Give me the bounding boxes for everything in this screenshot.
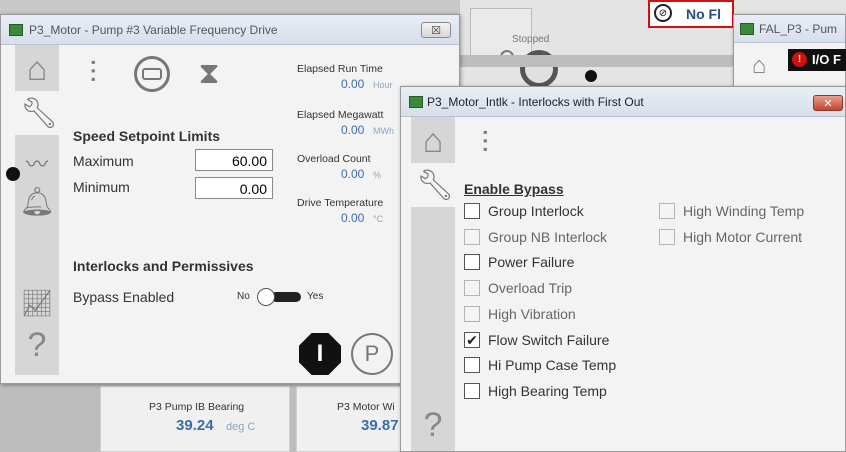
runtime-unit: Hour [373, 80, 393, 90]
hourglass-icon[interactable]: ⧗ [187, 53, 231, 95]
runtime-value: 0.00 [341, 77, 365, 91]
bypass-label: High Winding Temp [683, 203, 805, 219]
bypass-item: High Vibration [464, 305, 576, 322]
drive-temp-unit: °C [373, 214, 384, 224]
card-label: P3 Pump IB Bearing [149, 401, 245, 413]
status-dot-icon [6, 167, 20, 181]
max-speed-input[interactable]: 60.00 [195, 149, 273, 171]
megawatt-unit: MWh [373, 126, 394, 136]
bypass-checkbox [464, 228, 480, 245]
fault-text: No Fl [686, 6, 721, 22]
bypass-label: High Vibration [488, 305, 576, 322]
io-fault-banner: ! I/O F [788, 49, 846, 71]
bypass-checkbox [464, 280, 480, 297]
bypass-label: Group NB Interlock [488, 228, 608, 245]
bypass-item[interactable]: ✔ Flow Switch Failure [464, 331, 610, 348]
interlocks-header: Interlocks and Permissives [73, 258, 254, 274]
bypass-item[interactable]: High Bearing Temp [464, 382, 607, 399]
window-title: P3_Motor - Pump #3 Variable Frequency Dr… [29, 22, 278, 37]
motor-indicator-icon [585, 70, 597, 82]
home-icon[interactable]: ⌂ [17, 49, 57, 89]
bypass-checkbox [659, 203, 675, 219]
motor-panel-icon[interactable] [129, 53, 175, 95]
bypass-no-label: No [237, 291, 250, 302]
alarm-icon: ! [792, 52, 807, 67]
chart-icon[interactable]: 📈︎ [17, 283, 57, 323]
bell-icon[interactable]: 🔔︎ [17, 181, 57, 221]
trend-pulse-icon[interactable]: 〰 [15, 143, 59, 183]
wrench-icon[interactable]: 🔧︎ [19, 93, 59, 133]
card-label: P3 Motor Wi [337, 401, 395, 413]
bypass-label: Bypass Enabled [73, 289, 175, 305]
motor-faceplate-window: P3_Motor - Pump #3 Variable Frequency Dr… [0, 14, 460, 384]
pump-graphic-frame [470, 8, 532, 56]
enable-bypass-header: Enable Bypass [464, 181, 564, 197]
megawatt-value: 0.00 [341, 123, 365, 137]
drive-temp-label: Drive Temperature [297, 197, 384, 209]
bypass-label: Overload Trip [488, 280, 573, 297]
bypass-checkbox [659, 228, 675, 245]
bypass-checkbox[interactable] [464, 254, 480, 271]
interlock-button[interactable]: I [299, 333, 341, 375]
pipe [456, 55, 736, 67]
min-label: Minimum [73, 179, 130, 195]
bypass-item: Overload Trip [464, 280, 573, 297]
fault-icon: ⊘ [654, 4, 672, 22]
close-button[interactable]: ✕ [813, 95, 843, 111]
speed-limits-header: Speed Setpoint Limits [73, 128, 221, 144]
fal-window-title: FAL_P3 - Pum [759, 21, 838, 36]
window-title: P3_Motor_Intlk - Interlocks with First O… [427, 94, 644, 109]
io-fault-text: I/O F [812, 52, 841, 67]
overload-value: 0.00 [341, 167, 365, 181]
bypass-label: High Bearing Temp [488, 382, 607, 399]
permissive-button[interactable]: P [351, 333, 393, 375]
bypass-checkbox[interactable] [464, 382, 480, 399]
app-icon [9, 23, 23, 36]
app-icon [409, 95, 423, 108]
app-icon [740, 22, 754, 35]
bypass-item[interactable]: Hi Pump Case Temp [464, 357, 617, 374]
help-icon[interactable]: ? [413, 403, 453, 447]
wrench-icon[interactable]: 🔧︎ [415, 165, 455, 205]
help-icon[interactable]: ? [17, 323, 57, 367]
card-value: 39.87 [361, 417, 399, 434]
bypass-label: Hi Pump Case Temp [488, 357, 617, 374]
bypass-item: High Motor Current [659, 228, 803, 245]
bypass-item: Group NB Interlock [464, 228, 608, 245]
home-icon[interactable]: ⌂ [413, 121, 453, 161]
interlocks-window: P3_Motor_Intlk - Interlocks with First O… [400, 86, 846, 452]
card-unit: deg C [226, 421, 256, 433]
bearing-temp-card[interactable]: P3 Pump IB Bearing 39.24 deg C [100, 386, 290, 452]
overload-label: Overload Count [297, 153, 371, 165]
close-button[interactable]: ☒ [421, 22, 451, 38]
sliders-icon[interactable]: ⫶ [71, 53, 115, 95]
bypass-checkbox[interactable] [464, 203, 480, 219]
bypass-item: High Winding Temp [659, 203, 804, 219]
bypass-label: Flow Switch Failure [488, 331, 610, 348]
overload-unit: % [373, 170, 382, 180]
bypass-yes-label: Yes [307, 291, 324, 302]
bypass-label: High Motor Current [683, 228, 803, 245]
max-label: Maximum [73, 153, 134, 169]
runtime-label: Elapsed Run Time [297, 63, 383, 75]
pump-status-text: Stopped [512, 34, 550, 45]
bypass-label: Group Interlock [488, 203, 584, 219]
sliders-icon[interactable]: ⫶ [463, 123, 507, 165]
bypass-item[interactable]: Group Interlock [464, 203, 584, 219]
home-icon[interactable]: ⌂ [744, 51, 774, 81]
bypass-label: Power Failure [488, 254, 575, 271]
bypass-checkbox[interactable] [464, 357, 480, 374]
min-speed-input[interactable]: 0.00 [195, 177, 273, 199]
bypass-item[interactable]: Power Failure [464, 254, 575, 271]
bypass-checkbox[interactable]: ✔ [464, 331, 480, 348]
bypass-toggle[interactable] [257, 288, 301, 306]
card-value: 39.24 [176, 417, 214, 434]
drive-temp-value: 0.00 [341, 211, 365, 225]
megawatt-label: Elapsed Megawatt [297, 109, 384, 121]
bypass-checkbox [464, 305, 480, 322]
